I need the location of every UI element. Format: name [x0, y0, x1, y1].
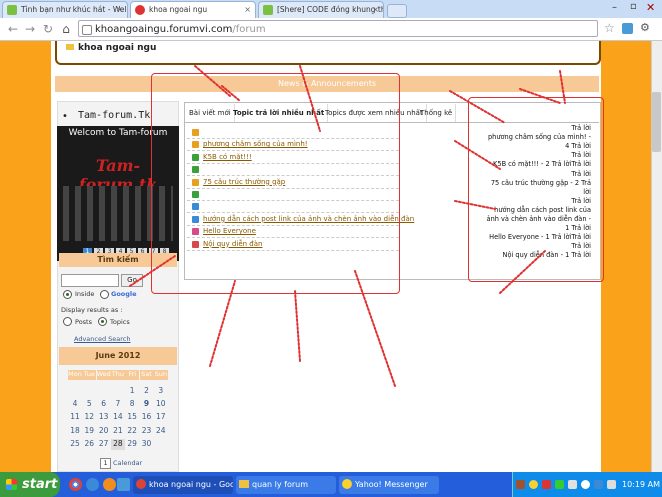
window-close-icon[interactable]: ✕: [646, 1, 655, 14]
scrollbar-thumb[interactable]: [652, 92, 661, 152]
annotation-arrow: [559, 70, 566, 104]
taskbar-item-label: Yahoo! Messenger: [355, 480, 428, 489]
annotation-arrow: [129, 255, 176, 287]
page-icon: [82, 25, 92, 35]
taskbar-item-label: quan ly forum: [252, 480, 309, 489]
address-bar[interactable]: khoangoaingu.forumvi.com/forum: [78, 20, 598, 37]
tray-icon[interactable]: [529, 480, 538, 489]
taskbar-item[interactable]: quan ly forum: [236, 476, 336, 494]
close-icon[interactable]: ×: [244, 2, 251, 18]
tray-icon[interactable]: [516, 480, 525, 489]
annotation-arrow: [194, 65, 231, 97]
firefox-icon[interactable]: [103, 478, 116, 491]
tray-icon[interactable]: [581, 480, 590, 489]
bookmark-star-icon[interactable]: ☆: [604, 21, 615, 35]
forum-favicon-icon: [135, 5, 145, 15]
browser-tab-title: khoa ngoai ngu: [149, 5, 208, 14]
taskbar-item-label: khoa ngoai ngu - Goo...: [149, 480, 233, 489]
address-host: khoangoaingu.forumvi.com: [95, 24, 233, 35]
maximize-icon[interactable]: ▫: [630, 1, 637, 12]
annotation-arrow: [209, 280, 236, 367]
annotation-arrow: [449, 90, 506, 124]
close-icon[interactable]: ×: [372, 2, 379, 18]
yahoo-messenger-icon: [342, 479, 352, 489]
annotation-arrow: [519, 88, 561, 104]
chat-icon: [263, 5, 273, 15]
annotation-arrow: [499, 250, 546, 294]
annotation-arrow: [454, 200, 496, 210]
browser-tab-title: Tình bạn như khúc hát - Welco: [21, 5, 128, 14]
taskbar-item[interactable]: Yahoo! Messenger: [339, 476, 439, 494]
extension-icon[interactable]: [622, 23, 633, 34]
clock: 10:19 AM: [622, 480, 660, 489]
annotation-arrow: [294, 290, 301, 362]
tray-icon[interactable]: [568, 480, 577, 489]
address-path: /forum: [232, 24, 266, 35]
chrome-icon: [136, 479, 146, 489]
web-page: khoa ngoai ngu News & Announcements • Ta…: [0, 41, 651, 472]
new-tab-button[interactable]: [387, 4, 407, 18]
home-icon[interactable]: ⌂: [58, 21, 74, 37]
ie-icon[interactable]: [86, 478, 99, 491]
forward-icon[interactable]: →: [22, 21, 38, 37]
desktop-icon[interactable]: [117, 478, 130, 491]
tray-icon[interactable]: [594, 480, 603, 489]
browser-tab[interactable]: Tình bạn như khúc hát - Welco ×: [2, 1, 128, 18]
annotation-arrows: [129, 65, 566, 387]
browser-tab[interactable]: [Shere] CODE đóng khung thư ×: [258, 1, 384, 18]
browser-tab-active[interactable]: khoa ngoai ngu ×: [130, 1, 256, 18]
annotation-arrow: [221, 85, 241, 102]
tray-icon[interactable]: [555, 480, 564, 489]
volume-icon[interactable]: [607, 480, 616, 489]
wrench-icon[interactable]: ⚙: [640, 22, 652, 34]
reload-icon[interactable]: ↻: [40, 21, 56, 37]
back-icon[interactable]: ←: [5, 21, 21, 37]
chrome-icon[interactable]: [69, 478, 82, 491]
annotation-arrow: [454, 140, 501, 170]
taskbar-item[interactable]: khoa ngoai ngu - Goo...: [133, 476, 233, 494]
minimize-icon[interactable]: –: [612, 2, 617, 13]
windows-logo-icon: [6, 479, 17, 490]
annotation-arrow: [354, 270, 396, 387]
close-icon[interactable]: ×: [116, 2, 123, 18]
browser-tab-title: [Shere] CODE đóng khung thư: [277, 5, 384, 14]
chat-icon: [7, 5, 17, 15]
tray-icon[interactable]: [542, 480, 551, 489]
folder-icon: [239, 480, 249, 488]
annotation-arrow: [299, 65, 321, 132]
